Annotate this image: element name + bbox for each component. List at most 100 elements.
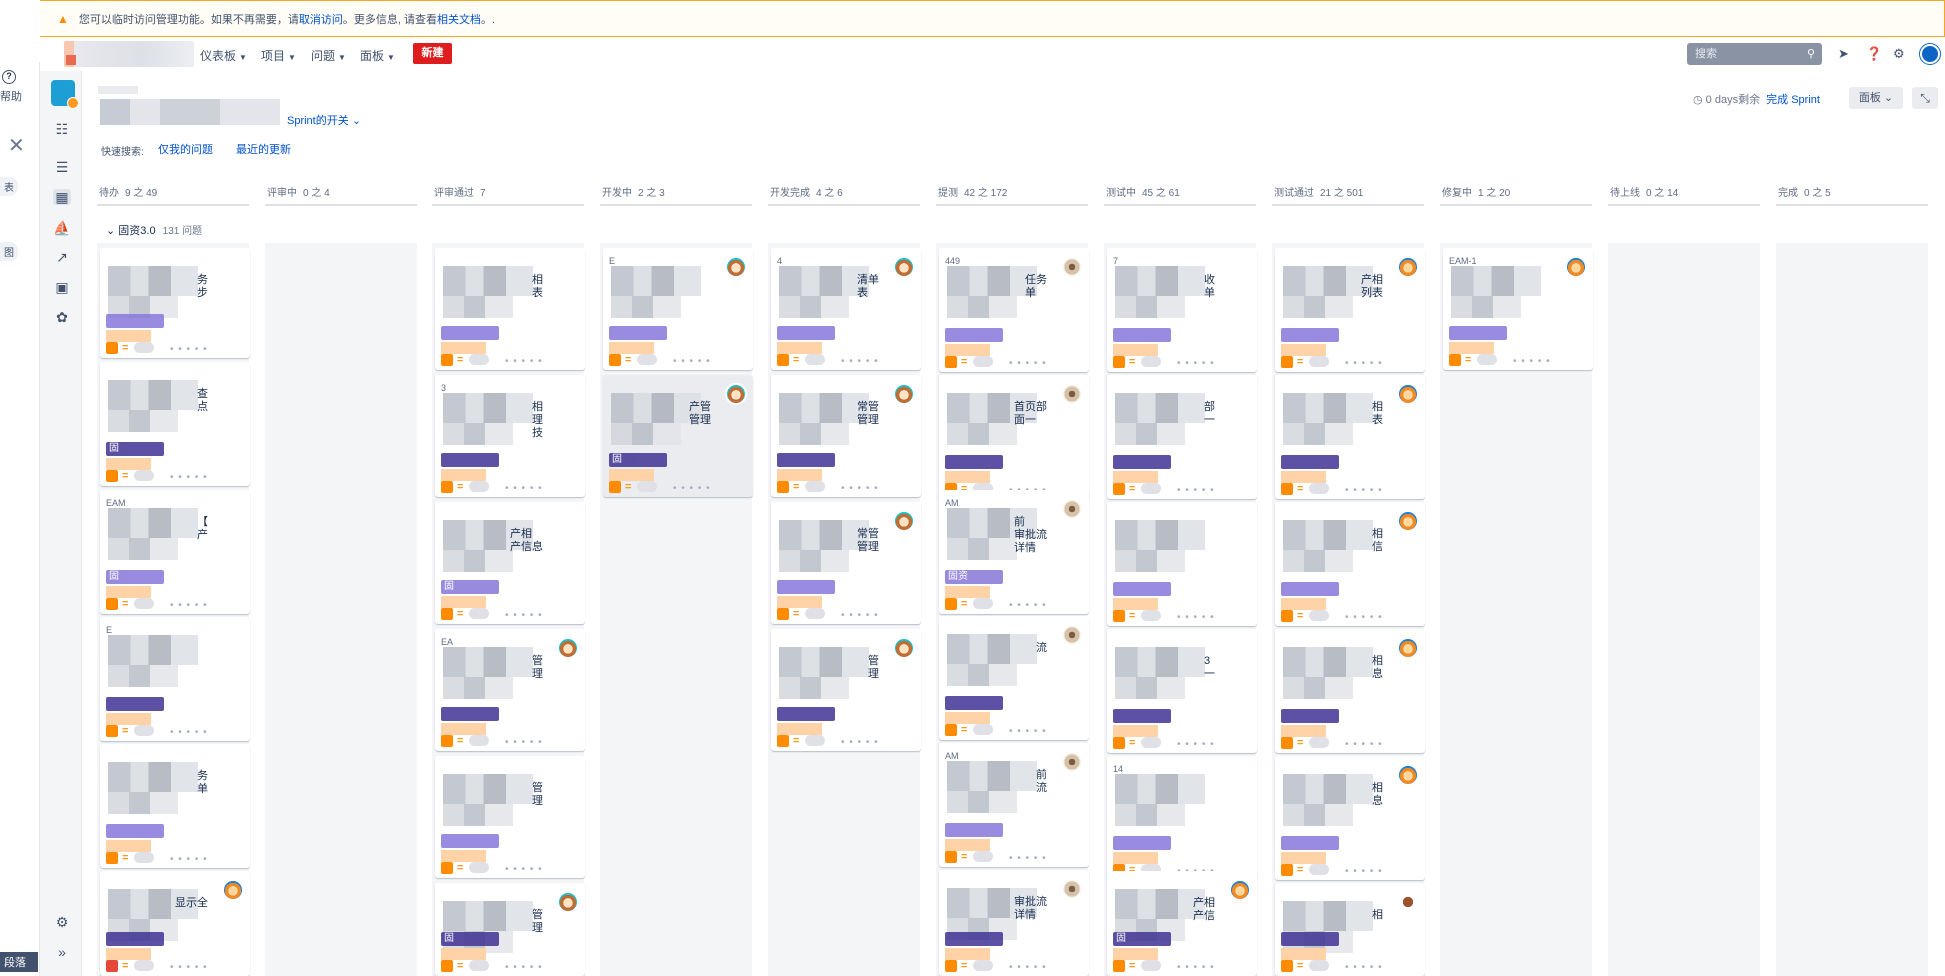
issue-card[interactable]: 449 任务 单 = • • • • • (939, 248, 1089, 372)
settings-gear-icon[interactable]: ⚙ (53, 914, 71, 930)
create-button[interactable]: 新建 (413, 43, 452, 64)
issue-card[interactable]: 常管 管理 = • • • • • (771, 375, 921, 497)
issue-key[interactable]: EAM (106, 498, 126, 508)
assignee-avatar[interactable] (1061, 256, 1083, 278)
issue-key[interactable]: EA (441, 637, 453, 647)
active-sprint-icon[interactable]: ▦ (53, 189, 71, 205)
panel-fragment-1[interactable]: 表 (0, 177, 18, 196)
gear-icon[interactable]: ⚙ (1893, 46, 1905, 62)
logo[interactable] (64, 41, 194, 67)
assignee-avatar[interactable] (893, 510, 915, 532)
issue-key[interactable]: 449 (945, 256, 960, 266)
issue-card[interactable]: 产管 管理固 = • • • • • (603, 375, 753, 497)
backlog-icon[interactable]: ☰ (53, 159, 71, 175)
assignee-avatar[interactable] (557, 637, 579, 659)
issue-card[interactable]: 14=• • • • • (1107, 756, 1257, 880)
quick-filter-my-issues[interactable]: 仅我的问题 (158, 141, 213, 157)
issue-card[interactable]: 3 一 = • • • • • (1107, 629, 1257, 753)
issue-card[interactable]: 显示全 = • • • • • (100, 871, 250, 976)
assignee-avatar[interactable] (1397, 637, 1419, 659)
project-avatar[interactable] (51, 80, 79, 109)
issue-card[interactable]: EAM-1 = • • • • • (1443, 248, 1593, 370)
issue-key[interactable]: AM (945, 498, 959, 508)
issue-card[interactable]: 产相 列表 = • • • • • (1275, 248, 1425, 372)
issue-card[interactable]: 产相 产信固 = • • • • • (1107, 871, 1257, 976)
swimlane-header[interactable]: ⌄ 固资3.0 131 问题 (106, 222, 202, 238)
issue-key[interactable]: E (609, 256, 615, 266)
issue-card[interactable]: 流 = • • • • • (939, 616, 1089, 740)
issue-key[interactable]: 4 (777, 256, 782, 266)
issue-key[interactable]: 14 (1113, 764, 1123, 774)
assignee-avatar[interactable] (725, 383, 747, 405)
issue-card[interactable]: AM 前 审批流 详情 固资 = • • • • • (939, 490, 1089, 614)
issue-card[interactable]: 首页部 面一=• • • • • (939, 375, 1089, 499)
assignee-avatar[interactable] (1565, 256, 1587, 278)
assignee-avatar[interactable] (1397, 764, 1419, 786)
assignee-avatar[interactable] (1061, 624, 1083, 646)
assignee-avatar[interactable] (893, 383, 915, 405)
nav-issues[interactable]: 问题 ▼ (311, 47, 346, 64)
issue-card[interactable]: 管 理 = • • • • • (435, 756, 585, 878)
user-avatar[interactable] (1920, 44, 1940, 64)
complete-sprint-link[interactable]: 完成 Sprint (1766, 94, 1820, 106)
issue-card[interactable]: 部 一 = • • • • • (1107, 375, 1257, 499)
assignee-avatar[interactable] (1229, 879, 1251, 901)
assignee-avatar[interactable] (1397, 256, 1419, 278)
reports-icon[interactable]: ↗ (53, 249, 71, 265)
issue-card[interactable]: 务 步 = • • • • • (100, 248, 250, 358)
issue-card[interactable]: 审批流 详情 = • • • • • (939, 870, 1089, 976)
components-icon[interactable]: ✿ (53, 309, 71, 325)
issue-card[interactable]: 3 相 理 技 = • • • • • (435, 375, 585, 497)
help-icon[interactable]: ? (2, 70, 16, 84)
issues-icon[interactable]: ▣ (53, 279, 71, 295)
issue-card[interactable]: EA 管 理 = • • • • • (435, 629, 585, 751)
assignee-avatar[interactable] (1061, 878, 1083, 900)
search-input[interactable]: 搜索 ⚲ (1687, 43, 1822, 65)
expand-sidebar-icon[interactable]: » (53, 944, 71, 960)
nav-boards[interactable]: 面板 ▼ (360, 47, 395, 64)
assignee-avatar[interactable] (557, 891, 579, 913)
assignee-avatar[interactable] (1397, 383, 1419, 405)
close-icon[interactable]: ✕ (8, 133, 25, 158)
assignee-avatar[interactable] (222, 879, 244, 901)
nav-projects[interactable]: 项目 ▼ (261, 47, 296, 64)
issue-card[interactable]: 相 表 = • • • • • (435, 248, 585, 370)
issue-card[interactable]: 常管 管理 = • • • • • (771, 502, 921, 624)
fullscreen-icon[interactable]: ⤡ (1912, 87, 1938, 109)
issue-card[interactable]: E = • • • • • (100, 617, 250, 741)
issue-card[interactable]: 相 = • • • • • (1275, 883, 1425, 976)
assignee-avatar[interactable] (1397, 891, 1419, 913)
assignee-avatar[interactable] (1061, 751, 1083, 773)
assignee-avatar[interactable] (1397, 510, 1419, 532)
issue-card[interactable]: AM 前 流 = • • • • • (939, 743, 1089, 867)
assignee-avatar[interactable] (1061, 383, 1083, 405)
issue-card[interactable]: EAM 【 产固 = • • • • • (100, 490, 250, 614)
help-icon[interactable]: ❓ (1866, 46, 1882, 62)
assignee-avatar[interactable] (725, 256, 747, 278)
issue-key[interactable]: EAM-1 (1449, 256, 1477, 266)
issue-card[interactable]: 4 清单 表 = • • • • • (771, 248, 921, 370)
sprint-selector[interactable]: Sprint的开关 ⌄ (287, 112, 361, 128)
issue-key[interactable]: 3 (441, 383, 446, 393)
issue-card[interactable]: 管 理 = • • • • • (771, 629, 921, 751)
issue-key[interactable]: AM (945, 751, 959, 761)
issue-card[interactable]: 产相 产信息固 = • • • • • (435, 502, 585, 624)
issue-key[interactable]: E (106, 625, 112, 635)
paragraph-tag[interactable]: 段落 (0, 952, 38, 972)
panel-fragment-2[interactable]: 图 (0, 242, 18, 261)
issue-card[interactable]: 管 理固 = • • • • • (435, 883, 585, 976)
breadcrumb[interactable] (98, 86, 138, 94)
issue-card[interactable]: 务 单 = • • • • • (100, 744, 250, 868)
issue-card[interactable]: 相 表 = • • • • • (1275, 375, 1425, 499)
help-label[interactable]: 帮助 (0, 88, 22, 104)
board-menu-button[interactable]: 面板 ⌄ (1849, 87, 1903, 109)
issue-key[interactable]: 7 (1113, 256, 1118, 266)
board-icon[interactable]: ☷ (53, 121, 71, 137)
megaphone-icon[interactable]: ➤ (1838, 46, 1849, 62)
assignee-avatar[interactable] (1061, 498, 1083, 520)
cancel-access-link[interactable]: 取消访问 (299, 11, 343, 27)
assignee-avatar[interactable] (893, 256, 915, 278)
issue-card[interactable]: 查 点固 = • • • • • (100, 362, 250, 486)
releases-icon[interactable]: ⛵ (53, 220, 71, 236)
issue-card[interactable]: 相 信 = • • • • • (1275, 502, 1425, 626)
